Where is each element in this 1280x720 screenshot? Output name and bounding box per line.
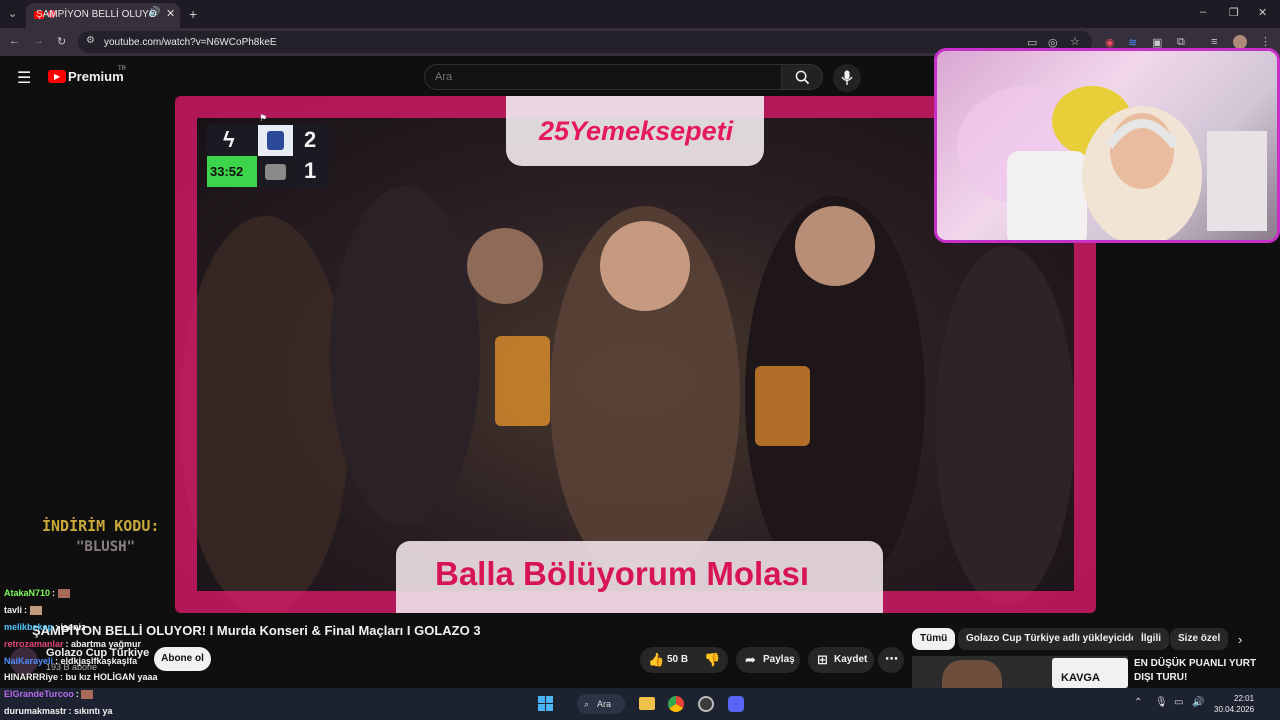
search-icon [795,70,810,85]
tray-volume-icon[interactable]: 🔊 [1192,697,1204,708]
url-text[interactable]: youtube.com/watch?v=N6WCoPh8keE [104,37,277,48]
chat-message: AtakaN710: [4,588,70,599]
league-logo-icon: ϟ [207,125,257,156]
file-explorer-icon[interactable] [639,697,655,710]
reload-icon[interactable]: ↻ [57,35,66,48]
video-title: ŞAMPİYON BELLİ OLUYOR! I Murda Konseri &… [32,623,481,638]
forward-icon[interactable]: → [33,35,44,47]
media-list-icon[interactable]: ≡ [1211,36,1217,48]
hamburger-menu-icon[interactable]: ☰ [17,68,31,88]
like-count[interactable]: 50 B [667,647,688,673]
more-actions-button[interactable]: ⋯ [878,647,904,673]
subscribe-button[interactable]: Abone ol [154,647,211,671]
clock-date: 30.04.2026 [1214,705,1255,714]
region-code: TR [118,66,126,72]
taskbar-clock[interactable]: 22:01 30.04.2026 [1214,693,1254,715]
scoreboard: ϟ 2 33:52 1 ⚑ [207,113,329,187]
save-button[interactable]: ⊞ Kaydet [808,647,874,673]
more-dots-icon: ⋯ [885,651,898,666]
home-team-crest-icon [258,125,293,156]
chat-message: tavli: [4,605,42,616]
thumbnail-label: KAVGA [1061,672,1100,684]
chips-next-icon[interactable]: › [1238,632,1242,647]
emote-icon [29,606,42,616]
promo-code-label: İNDİRİM KODU: [42,517,160,535]
like-icon[interactable]: 👍 [648,647,664,673]
tray-network-icon[interactable]: ▭ [1174,697,1183,708]
emote-icon [57,589,70,599]
away-score: 1 [294,156,329,187]
clock-time: 22:01 [1234,694,1255,703]
recommendation-title[interactable]: EN DÜŞÜK PUANLI YURT DIŞI TURU! [1134,657,1274,685]
emote-icon [81,690,94,700]
chip-for-you[interactable]: Size özel [1170,628,1229,650]
tab-list-icon[interactable]: ⌄ [8,7,17,20]
chat-message: HINARRRiye: bu kız HOLİGAN yaaa [4,672,158,682]
save-icon: ⊞ [817,652,828,667]
search-button[interactable] [781,64,823,90]
chat-message: durumakmastr: sıkıntı ya [4,706,113,716]
microphone-icon [841,70,853,85]
search-input[interactable] [424,64,782,90]
youtube-logo-icon[interactable]: ▶ [48,70,66,83]
chip-all[interactable]: Tümü [912,628,956,650]
tab-title: ŞAMPİYON BELLİ OLUYO [36,9,157,20]
like-dislike-group: 👍 50 B 👎 [640,647,728,673]
save-label: Kaydet [834,654,868,665]
app-icon[interactable] [698,696,714,712]
browser-tab-bar: ⌄ 🔊 ✕ ŞAMPİYON BELLİ OLUYO + – ❐ ✕ [0,0,1280,28]
taskbar-search-icon: ⌕ [584,699,590,709]
close-tab-icon[interactable]: ✕ [166,7,175,20]
streamer-cam-image [957,86,1267,240]
webcam-overlay [934,48,1280,243]
chip-related[interactable]: İlgili [1133,628,1169,650]
close-window-icon[interactable]: ✕ [1258,6,1267,19]
away-team-crest-icon [258,156,293,187]
dislike-icon[interactable]: 👎 [704,647,720,673]
chat-message: melikbekep: iseniz [4,622,86,632]
home-score: 2 [294,125,329,156]
minimize-icon[interactable]: – [1200,6,1206,18]
profile-avatar[interactable] [1233,35,1247,49]
discord-icon[interactable] [728,696,744,712]
maximize-icon[interactable]: ❐ [1229,6,1239,19]
bookmark-star-icon[interactable]: ☆ [1070,35,1080,48]
chrome-icon[interactable] [668,696,684,712]
voice-search-button[interactable] [833,64,861,92]
premium-logo-text[interactable]: Premium [68,69,124,84]
new-tab-icon[interactable]: + [189,6,197,22]
flag-icon: ⚑ [259,113,268,123]
share-label: Paylaş [763,654,795,665]
chat-message: retrozamanlar: abartma yağmur [4,639,142,649]
tray-mic-icon[interactable]: 🎙 [1155,697,1168,708]
chat-message: ElGrandeTurcoo: [4,689,94,700]
caption-text: Balla Bölüyorum Molası [435,555,810,592]
chip-from-uploader[interactable]: Golazo Cup Türkiye adlı yükleyiciden [958,628,1151,650]
taskbar-search[interactable]: ⌕ Ara [577,694,625,714]
site-info-icon[interactable]: ⚙ [86,35,95,46]
back-icon[interactable]: ← [9,35,20,47]
sponsor-brand-text: 25Yemeksepeti [539,116,734,146]
tray-overflow-icon[interactable]: ⌃ [1134,697,1142,708]
promo-code-value: "BLUSH" [76,539,136,555]
browser-menu-icon[interactable]: ⋮ [1260,35,1271,48]
chat-message: NaiKarayeli: eldkjaşlfkaşkaşlfa [4,656,138,666]
recommendation-thumbnail[interactable]: KAVGA [912,656,1128,688]
windows-start-icon[interactable] [538,696,554,712]
match-clock: 33:52 [207,156,257,187]
share-button[interactable]: ➦ Paylaş [736,647,800,673]
share-icon: ➦ [745,652,756,667]
